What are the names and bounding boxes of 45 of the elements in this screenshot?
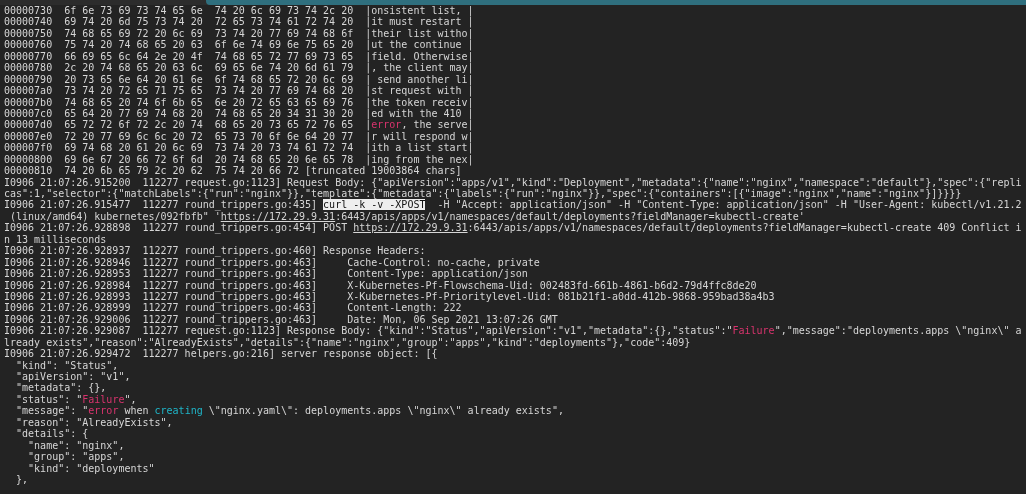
terminal-line: 00000800 69 6e 67 20 66 72 6f 6d 20 74 68 65 20 6e 65 78 |ing from the nex|	[4, 153, 475, 166]
terminal-line: 000007f0 69 74 68 20 61 20 6c 69 73 74 20 73 74 61 72 74 |ith a list start|	[4, 142, 475, 154]
terminal-line: 000007b0 74 68 65 20 74 6f 6b 65 6e 20 72 65 63 65 69 76 |the token receiv|	[4, 96, 475, 108]
terminal-line: "apiVersion": "v1",	[15, 371, 132, 383]
terminal-line: lready exists","reason":"AlreadyExists","details":{"name":"nginx","group":"apps","kind":"deployments"},"code":409}	[4, 336, 692, 349]
terminal-line: 00000750 74 68 65 69 72 20 6c 69 73 74 20 77 69 74 68 6f |their list witho|	[4, 27, 475, 40]
terminal-text: :6443/apis/apps/v1/namespaces/default/deployments?fieldManager=kubectl-create 409 Conflict i	[467, 222, 1022, 234]
terminal-line: I0906 21:07:26.929472 112277 helpers.go:216] server response object: [{	[4, 348, 439, 360]
terminal-line: "kind": "Status",	[15, 359, 120, 371]
terminal-line: n 13 milliseconds	[4, 233, 108, 246]
terminal-line: "group": "apps",	[27, 451, 126, 463]
terminal-line: I0906 21:07:26.928993 112277 round_trippers.go:463] X-Kubernetes-Pf-Prioritylevel-Uid: 081b21f1-a0dd-412b-9868-959bad38a4b3	[4, 290, 776, 303]
terminal-line: 00000810 74 20 6b 65 79 2c 20 62 75 74 20 66 72 [truncated 19003864 chars]	[4, 165, 462, 177]
terminal-line: cas":1,"selector":{"matchLabels":{"run":"nginx"}},"template":{"metadata":{"labels":{"run":"nginx"}},"spec":{"containers":[{"image":"nginx","name":"nginx"}]}}}}	[4, 188, 962, 200]
terminal-line: I0906 21:07:26.928953 112277 round_trippers.go:463] Content-Type: application/json	[4, 268, 529, 280]
terminal-line: 00000730 6f 6e 73 69 73 74 65 6e 74 20 6c 69 73 74 2c 20 |onsistent list, |	[4, 5, 475, 17]
terminal-line: 000007c0 65 64 20 77 69 74 68 20 74 68 65 20 34 31 30 20 |ed with the 410 |	[4, 107, 475, 120]
terminal-line: I0906 21:07:26.929087 112277 request.go:1123] Response Body: {"kind":"Status","apiVersion":"v1","metadata":{},"status":"Failure","message":"deployments.apps \"nginx\" a	[4, 325, 1023, 337]
terminal-line: "message": "error when creating \"nginx.yaml\": deployments.apps \"nginx\" already exists",	[15, 405, 565, 417]
terminal-line: 00000740 69 74 20 6d 75 73 74 20 72 65 73 74 61 72 74 20 |it must restart |	[4, 16, 475, 28]
terminal-text: I0906 21:07:26.928898 112277 round_trippers.go:454] POST	[4, 222, 348, 234]
terminal-line: "reason": "AlreadyExists",	[15, 416, 174, 429]
terminal-line: 000007d0 65 72 72 6f 72 2c 20 74 68 65 20 73 65 72 76 65 |error, the serve|	[4, 119, 475, 131]
terminal-line: I0906 21:07:26.928937 112277 round_trippers.go:460] Response Headers:	[4, 245, 427, 257]
terminal-line: 00000790 20 73 65 6e 64 20 61 6e 6f 74 68 65 72 20 6c 69 | send another li|	[4, 73, 475, 86]
terminal-line: "kind": "deployments"	[27, 462, 156, 474]
url-link[interactable]: https://172.29.9.31	[220, 210, 336, 222]
url-link[interactable]: https://172.29.9.31	[353, 222, 468, 234]
terminal-line: "name": "nginx",	[27, 439, 126, 452]
terminal-text: (linux/amd64) kubernetes/092fbfb" '	[9, 210, 221, 222]
terminal-text: :6443/apis/apps/v1/namespaces/default/deployments?fieldManager=kubectl-create'	[335, 210, 805, 222]
terminal-line: I0906 21:07:26.928999 112277 round_trippers.go:463] Content-Length: 222	[4, 302, 462, 314]
terminal-line: "status": "Failure",	[15, 393, 138, 406]
terminal-line: I0906 21:07:26.928984 112277 round_trippers.go:463] X-Kubernetes-Pf-Flowschema-Uid: 002483fd-661b-4861-b6d2-79d4ffc8de20	[4, 279, 758, 291]
terminal-line: 00000760 75 74 20 74 68 65 20 63 6f 6e 74 69 6e 75 65 20 |ut the continue |	[4, 39, 475, 51]
terminal-line: 000007e0 72 20 77 69 6c 6c 20 72 65 73 70 6f 6e 64 20 77 |r will respond w|	[4, 130, 475, 143]
terminal-line: I0906 21:07:26.928946 112277 round_trippers.go:463] Cache-Control: no-cache, private	[4, 256, 541, 269]
terminal-line: },	[15, 473, 30, 486]
terminal-line: 000007a0 73 74 20 72 65 71 75 65 73 74 20 77 69 74 68 20 |st request with |	[4, 85, 475, 97]
terminal-line: 00000770 66 69 65 6c 64 2e 20 4f 74 68 65 72 77 69 73 65 |field. Otherwise|	[4, 50, 475, 63]
terminal-line: "metadata": {},	[15, 382, 108, 394]
terminal-line: I0906 21:07:26.929006 112277 round_trippers.go:463] Date: Mon, 06 Sep 2021 13:07:26 GMT	[4, 313, 558, 326]
terminal-line: 00000780 2c 20 74 68 65 20 63 6c 69 65 6e 74 20 6d 61 79 |, the client may|	[4, 62, 475, 74]
terminal-line: "details": {	[15, 428, 90, 440]
terminal-line: I0906 21:07:26.915200 112277 request.go:1123] Request Body: {"apiVersion":"apps/v1","kind":"Deployment","metadata":{"name":"nginx","namespace":"default"},"spec":{"repli	[4, 176, 1023, 188]
